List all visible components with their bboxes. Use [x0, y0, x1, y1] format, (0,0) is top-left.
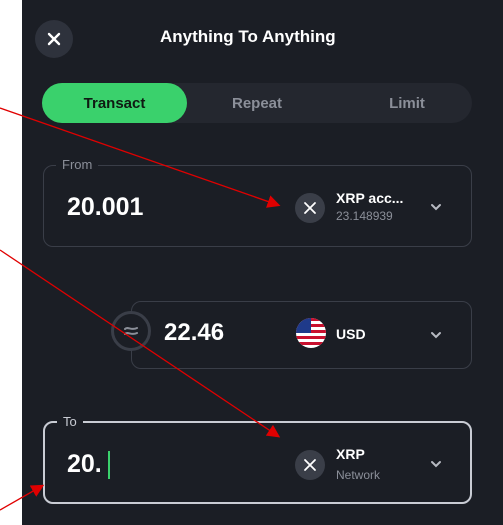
close-button[interactable] — [35, 20, 73, 58]
chevron-down-icon[interactable] — [429, 330, 443, 340]
fiat-amount[interactable]: 22.46 — [164, 319, 224, 347]
close-icon — [47, 32, 61, 46]
chevron-down-icon[interactable] — [429, 202, 443, 212]
xrp-icon[interactable] — [295, 193, 325, 223]
chevron-down-icon[interactable] — [429, 459, 443, 469]
swap-button[interactable] — [111, 311, 151, 351]
tab-repeat[interactable]: Repeat — [187, 83, 327, 123]
left-margin — [0, 0, 22, 525]
to-asset-name[interactable]: XRP — [336, 446, 365, 462]
to-amount[interactable]: 20. — [67, 450, 102, 479]
mode-tabs: Transact Repeat Limit — [42, 83, 472, 123]
from-asset-balance: 23.148939 — [336, 209, 393, 223]
page-title: Anything To Anything — [160, 27, 336, 46]
from-amount[interactable]: 20.001 — [67, 193, 143, 222]
from-asset-name[interactable]: XRP acc... — [336, 190, 403, 206]
xrp-icon[interactable] — [295, 450, 325, 480]
to-asset-network: Network — [336, 468, 381, 482]
us-flag-icon[interactable] — [296, 318, 326, 348]
swap-icon — [124, 327, 138, 335]
swap-panel: Anything To Anything Transact Repeat Lim… — [0, 0, 503, 525]
text-caret — [108, 451, 110, 479]
from-label: From — [56, 156, 99, 174]
tab-limit[interactable]: Limit — [342, 83, 472, 123]
fiat-currency[interactable]: USD — [336, 326, 366, 342]
to-label: To — [57, 413, 83, 431]
tab-transact[interactable]: Transact — [42, 83, 187, 123]
